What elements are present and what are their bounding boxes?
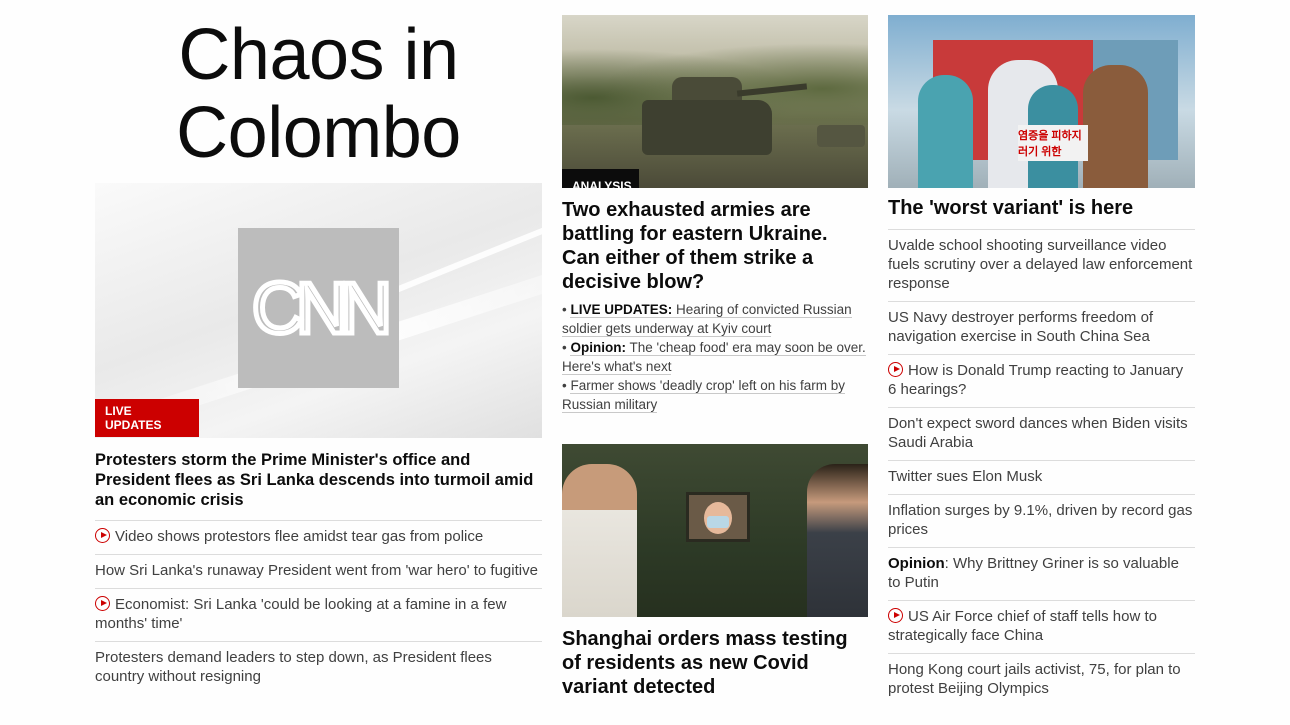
covid-related-list: Uvalde school shooting surveillance vide… <box>888 229 1195 706</box>
covid-image[interactable]: 염증을 피하지 러기 위한 <box>888 15 1195 188</box>
image-tank <box>642 100 772 155</box>
story-link[interactable]: Hong Kong court jails activist, 75, for … <box>888 653 1195 706</box>
ukraine-bullet-item[interactable]: • Farmer shows 'deadly crop' left on his… <box>562 376 868 414</box>
story-link-text: How Sri Lanka's runaway President went f… <box>95 562 538 579</box>
bullet-text: Farmer shows 'deadly crop' left on his f… <box>562 378 845 412</box>
play-video-icon <box>95 528 110 543</box>
banner-headline[interactable]: Chaos in Colombo <box>95 0 542 183</box>
cnn-logo-icon: CNN <box>250 267 398 352</box>
story-link-text: Don't expect sword dances when Biden vis… <box>888 415 1188 451</box>
ukraine-bullet-item[interactable]: • Opinion: The 'cheap food' era may soon… <box>562 338 868 376</box>
image-tank-background <box>817 125 865 147</box>
ukraine-bullet-list: • LIVE UPDATES: Hearing of convicted Rus… <box>562 300 868 414</box>
image-person-left <box>562 464 637 617</box>
lead-headline[interactable]: Protesters storm the Prime Minister's of… <box>95 450 542 520</box>
lead-column: Chaos in Colombo CNN LIVE UPDATES Protes… <box>95 0 542 694</box>
story-link-text: Hong Kong court jails activist, 75, for … <box>888 661 1181 697</box>
analysis-badge: ANALYSIS <box>562 169 639 188</box>
story-link[interactable]: Opinion: Why Brittney Griner is so valua… <box>888 547 1195 600</box>
shanghai-image[interactable] <box>562 444 868 617</box>
play-video-icon <box>95 596 110 611</box>
story-link[interactable]: Uvalde school shooting surveillance vide… <box>888 229 1195 301</box>
bullet-label: Opinion: <box>570 340 626 355</box>
story-link-text: Video shows protestors flee amidst tear … <box>115 528 484 545</box>
ukraine-headline[interactable]: Two exhausted armies are battling for ea… <box>562 198 868 294</box>
play-video-icon <box>888 362 903 377</box>
image-sign: 염증을 피하지 러기 위한 <box>1018 125 1088 161</box>
story-link[interactable]: Inflation surges by 9.1%, driven by reco… <box>888 494 1195 547</box>
bullet-link[interactable]: LIVE UPDATES: Hearing of convicted Russi… <box>562 302 852 337</box>
related-story-link[interactable]: Economist: Sri Lanka 'could be looking a… <box>95 588 542 641</box>
story-link-text: Protesters demand leaders to step down, … <box>95 649 492 685</box>
covid-headline[interactable]: The 'worst variant' is here <box>888 196 1195 220</box>
story-link[interactable]: US Navy destroyer performs freedom of na… <box>888 301 1195 354</box>
lead-image[interactable]: CNN LIVE UPDATES <box>95 183 542 438</box>
related-story-link[interactable]: Video shows protestors flee amidst tear … <box>95 520 542 554</box>
bullet-link[interactable]: Opinion: The 'cheap food' era may soon b… <box>562 340 866 375</box>
right-column: 염증을 피하지 러기 위한 The 'worst variant' is her… <box>888 0 1195 706</box>
image-mask <box>707 516 729 528</box>
bullet-link[interactable]: Farmer shows 'deadly crop' left on his f… <box>562 378 845 413</box>
related-story-link[interactable]: Protesters demand leaders to step down, … <box>95 641 542 694</box>
story-link[interactable]: How is Donald Trump reacting to January … <box>888 354 1195 407</box>
play-video-icon <box>888 608 903 623</box>
story-link-text: US Air Force chief of staff tells how to… <box>888 608 1157 644</box>
related-story-link[interactable]: How Sri Lanka's runaway President went f… <box>95 554 542 588</box>
opinion-label: Opinion <box>888 555 945 572</box>
live-updates-badge: LIVE UPDATES <box>95 399 199 437</box>
middle-column: ANALYSIS Two exhausted armies are battli… <box>562 0 868 699</box>
story-link[interactable]: Twitter sues Elon Musk <box>888 460 1195 494</box>
image-worker <box>918 75 973 188</box>
story-link[interactable]: Don't expect sword dances when Biden vis… <box>888 407 1195 460</box>
story-link[interactable]: US Air Force chief of staff tells how to… <box>888 600 1195 653</box>
cnn-logo-text: CNN <box>252 269 387 349</box>
story-link-text: Economist: Sri Lanka 'could be looking a… <box>95 596 507 632</box>
ukraine-bullet-item[interactable]: • LIVE UPDATES: Hearing of convicted Rus… <box>562 300 868 338</box>
story-link-text: Twitter sues Elon Musk <box>888 468 1043 485</box>
shanghai-headline[interactable]: Shanghai orders mass testing of resident… <box>562 627 868 699</box>
story-link-text: Inflation surges by 9.1%, driven by reco… <box>888 502 1193 538</box>
lead-related-list: Video shows protestors flee amidst tear … <box>95 520 542 694</box>
story-link-text: US Navy destroyer performs freedom of na… <box>888 309 1154 345</box>
story-link-text: Uvalde school shooting surveillance vide… <box>888 237 1193 292</box>
ukraine-tank-image[interactable]: ANALYSIS <box>562 15 868 188</box>
bullet-label: LIVE UPDATES: <box>570 302 673 317</box>
image-person-right <box>807 464 868 617</box>
story-link-text: How is Donald Trump reacting to January … <box>888 362 1184 398</box>
cnn-logo-placeholder: CNN <box>238 228 399 388</box>
image-worker <box>1083 65 1148 188</box>
